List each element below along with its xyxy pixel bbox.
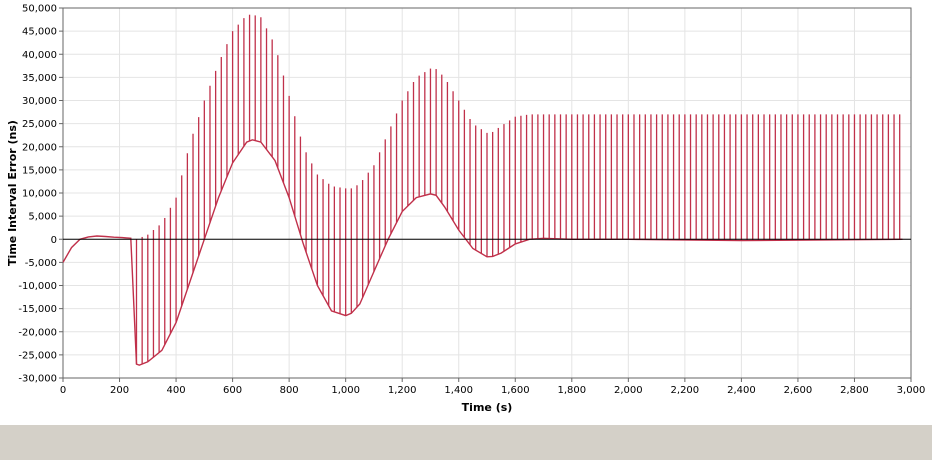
x-tick-label: 1,200: [388, 385, 417, 396]
x-tick-label: 600: [223, 385, 242, 396]
y-tick-label: 20,000: [22, 142, 57, 153]
y-tick-label: 30,000: [22, 96, 57, 107]
y-tick-label: 0: [51, 235, 57, 246]
y-tick-label: -30,000: [18, 374, 57, 385]
y-tick-label: -15,000: [18, 304, 57, 315]
x-tick-label: 1,600: [501, 385, 530, 396]
x-tick-label: 2,000: [614, 385, 643, 396]
chart-container: 0 200 400 600 800 1,000 1,200 1,400 1,600 1,800 2,…: [0, 0, 932, 425]
y-tick-label: 50,000: [22, 4, 57, 15]
x-tick-label: 0: [60, 385, 66, 396]
y-tick-label: 25,000: [22, 119, 57, 130]
x-tick-label: 2,800: [840, 385, 869, 396]
x-tick-label: 1,000: [331, 385, 360, 396]
x-tick-label: 800: [280, 385, 299, 396]
x-tick-label: 1,800: [557, 385, 586, 396]
y-tick-label: 40,000: [22, 50, 57, 61]
y-tick-label: 5,000: [28, 212, 57, 223]
y-tick-label: 45,000: [22, 27, 57, 38]
y-tick-label: 10,000: [22, 189, 57, 200]
y-axis-title: Time Interval Error (ns): [6, 120, 19, 266]
x-tick-label: 200: [110, 385, 129, 396]
x-tick-label: 3,000: [897, 385, 926, 396]
tie-chart: 0 200 400 600 800 1,000 1,200 1,400 1,600 1,800 2,…: [6, 4, 926, 415]
y-tick-label: -5,000: [25, 258, 57, 269]
y-tick-label: -25,000: [18, 350, 57, 361]
x-tick-label: 2,400: [727, 385, 756, 396]
y-tick-label: -20,000: [18, 327, 57, 338]
x-tick-label: 2,600: [784, 385, 813, 396]
x-tick-label: 1,400: [444, 385, 473, 396]
y-tick-label: 35,000: [22, 73, 57, 84]
y-tick-label: -10,000: [18, 281, 57, 292]
x-tick-label: 2,200: [671, 385, 700, 396]
x-axis-ticks: 0 200 400 600 800 1,000 1,200 1,400 1,600 1,800 2,…: [60, 378, 926, 396]
y-tick-label: 15,000: [22, 165, 57, 176]
y-axis-ticks: -30,000 -25,000 -20,000 -15,000 -10,000 -5,00…: [18, 4, 63, 385]
x-tick-label: 400: [167, 385, 186, 396]
x-axis-title: Time (s): [462, 401, 513, 414]
bars: [135, 14, 901, 365]
